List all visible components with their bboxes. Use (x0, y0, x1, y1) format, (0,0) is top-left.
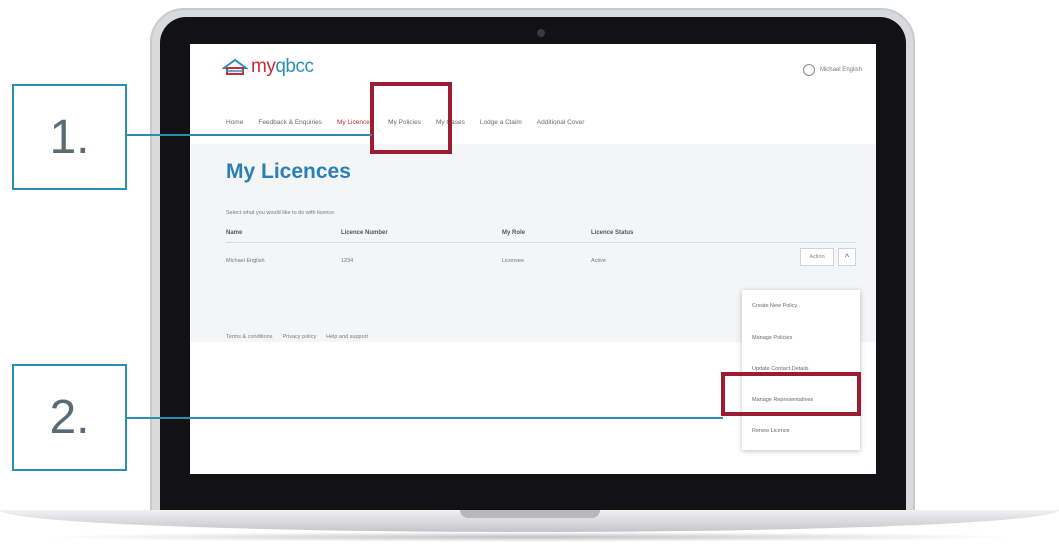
page-subtitle: Select what you would like to do with li… (226, 210, 335, 216)
action-button[interactable]: Action (800, 248, 834, 266)
nav-item-my-licences[interactable]: My Licences (337, 119, 373, 126)
table-row: Michael English 1234 Licensee Active (226, 244, 856, 276)
column-header-name: Name (226, 230, 243, 236)
footer-privacy-link[interactable]: Privacy policy (282, 334, 316, 340)
nav-item-home[interactable]: Home (226, 119, 243, 126)
footer-help-link[interactable]: Help and support (326, 334, 368, 340)
column-header-licence-status: Licence Status (591, 230, 634, 236)
account-name: Michael English (819, 67, 862, 73)
callout-line-2 (127, 417, 723, 419)
callout-line-1 (127, 134, 372, 136)
house-logo-icon (222, 58, 248, 75)
top-bar: myqbcc Michael English (190, 44, 876, 90)
camera-icon (537, 29, 545, 37)
account-menu[interactable]: Michael English (802, 64, 862, 76)
cell-name: Michael English (226, 258, 265, 264)
nav-item-feedback[interactable]: Feedback & Enquiries (258, 119, 322, 126)
page-title: My Licences (226, 160, 351, 183)
menu-item-manage-policies[interactable]: Manage Policies (752, 335, 792, 341)
laptop-chin (160, 474, 906, 510)
nav-item-additional-cover[interactable]: Additional Cover (537, 119, 585, 126)
cell-my-role: Licensee (502, 258, 525, 264)
logo-text-my: my (251, 56, 276, 77)
menu-item-create-policy[interactable]: Create New Policy (752, 303, 797, 309)
footer-links: Terms & conditions Privacy policy Help a… (226, 334, 368, 340)
highlight-manage-representatives (721, 372, 861, 416)
myqbcc-logo[interactable]: myqbcc (222, 56, 314, 78)
logo-text: myqbcc (251, 56, 314, 78)
laptop-notch (460, 510, 600, 518)
main-nav: Home Feedback & Enquiries My Licences My… (190, 102, 876, 142)
highlight-my-licences (370, 82, 452, 154)
column-header-my-role: My Role (502, 230, 526, 236)
column-header-licence-number: Licence Number (341, 230, 388, 236)
laptop-shadow (40, 532, 1019, 542)
chevron-up-icon[interactable]: ^ (838, 248, 856, 266)
action-dropdown-menu: Create New Policy Manage Policies Update… (742, 290, 860, 450)
user-icon (802, 64, 815, 76)
cell-licence-number: 1234 (341, 258, 354, 264)
nav-item-lodge-claim[interactable]: Lodge a Claim (480, 119, 522, 126)
cell-licence-status: Active (591, 258, 606, 264)
callout-step-2: 2. (12, 364, 127, 471)
table-header: Name Licence Number My Role Licence Stat… (226, 230, 856, 243)
menu-item-renew-licence[interactable]: Renew Licence (752, 428, 790, 434)
logo-text-qbcc: qbcc (275, 56, 314, 77)
footer-terms-link[interactable]: Terms & conditions (226, 334, 272, 340)
callout-step-1: 1. (12, 84, 127, 190)
